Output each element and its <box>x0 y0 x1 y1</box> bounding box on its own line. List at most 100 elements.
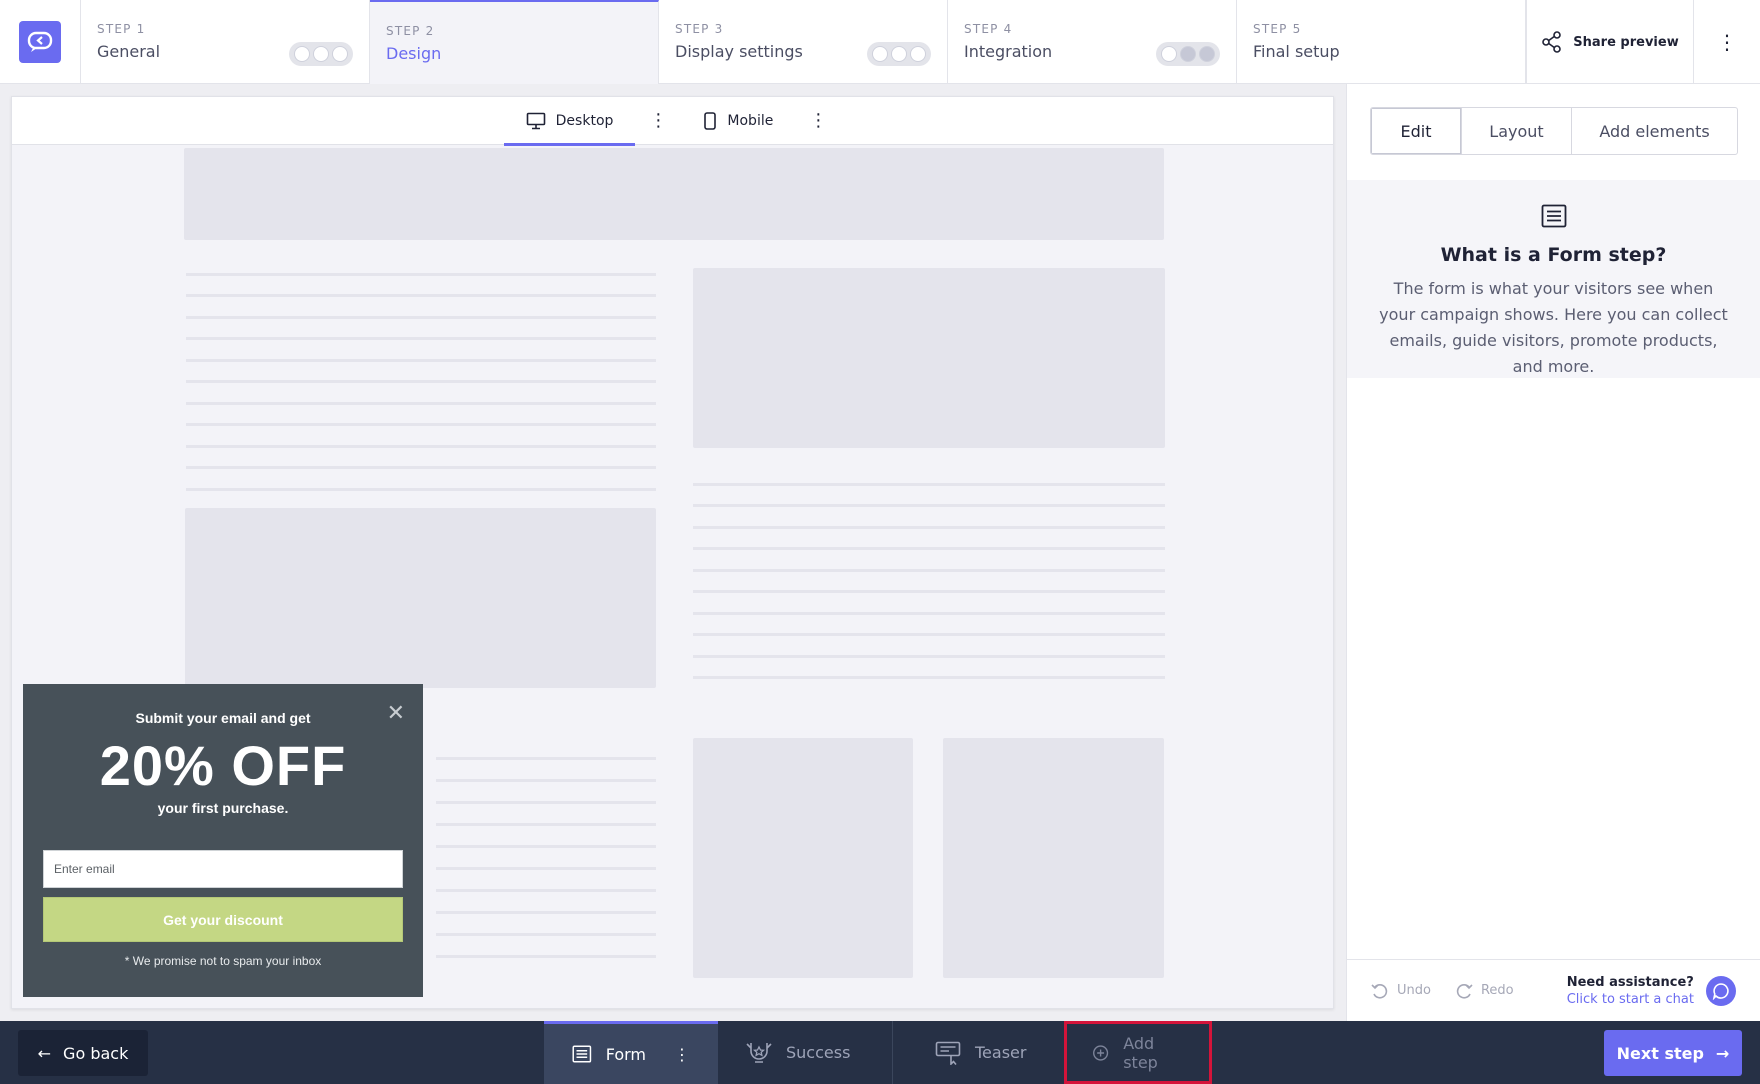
next-step-button[interactable]: Next step → <box>1604 1030 1742 1076</box>
step-name: Final setup <box>1253 42 1340 61</box>
popup-close-button[interactable]: ✕ <box>387 700 405 726</box>
progress-dot <box>909 46 926 62</box>
assistance-block: Need assistance? Click to start a chat <box>1567 975 1694 1007</box>
panel-tabs: Edit Layout Add elements <box>1370 107 1738 155</box>
popup-note[interactable]: * We promise not to spam your inbox <box>23 954 423 968</box>
progress-dot <box>1179 46 1196 62</box>
tab-success[interactable]: Success <box>718 1021 893 1084</box>
tab-layout[interactable]: Layout <box>1462 108 1572 154</box>
add-step-button[interactable]: Add step <box>1064 1021 1212 1084</box>
desktop-icon <box>526 112 545 130</box>
placeholder-line <box>693 590 1165 593</box>
placeholder-line <box>436 933 656 936</box>
placeholder-line <box>186 445 656 448</box>
next-step-label: Next step <box>1616 1043 1704 1063</box>
kebab-icon[interactable]: ⋮ <box>674 1045 690 1064</box>
step-design[interactable]: STEP 2 Design <box>370 0 659 84</box>
placeholder-line <box>186 294 656 297</box>
kebab-icon: ⋮ <box>649 110 668 131</box>
mobile-icon <box>704 112 717 130</box>
popup-headline[interactable]: Submit your email and get <box>23 710 423 726</box>
tab-add-elements[interactable]: Add elements <box>1572 108 1737 154</box>
popup-subline[interactable]: your first purchase. <box>23 800 423 816</box>
placeholder-line <box>693 676 1165 679</box>
redo-button[interactable]: Redo <box>1455 983 1514 999</box>
desktop-options-button[interactable]: ⋮ <box>635 97 681 144</box>
placeholder-line <box>436 779 656 782</box>
progress-dot <box>331 46 348 62</box>
progress-dot <box>872 46 889 62</box>
placeholder-line <box>693 526 1165 529</box>
form-icon <box>572 1045 592 1063</box>
redo-icon <box>1456 983 1473 999</box>
placeholder-line <box>693 633 1165 636</box>
placeholder-line <box>186 488 656 491</box>
chat-button[interactable] <box>1706 975 1736 1006</box>
kebab-icon: ⋮ <box>1717 30 1737 54</box>
go-back-button[interactable]: ← Go back <box>18 1030 148 1076</box>
placeholder-line <box>693 483 1165 486</box>
logo-cell[interactable] <box>0 0 81 84</box>
go-back-label: Go back <box>63 1043 129 1063</box>
step-name: Design <box>386 44 442 63</box>
popup-offer[interactable]: 20% OFF <box>23 734 423 798</box>
placeholder-line <box>436 823 656 826</box>
placeholder-line <box>693 655 1165 658</box>
plus-circle-icon <box>1093 1044 1109 1061</box>
info-title: What is a Form step? <box>1440 244 1667 266</box>
step-integration[interactable]: STEP 4 Integration <box>948 0 1237 84</box>
tab-teaser-label: Teaser <box>975 1043 1027 1062</box>
step-final-setup[interactable]: STEP 5 Final setup <box>1237 0 1526 84</box>
tab-teaser[interactable]: Teaser <box>907 1021 1064 1084</box>
step-display-settings[interactable]: STEP 3 Display settings <box>659 0 948 84</box>
arrow-left-icon: ← <box>37 1043 52 1063</box>
progress-dot <box>1161 46 1178 62</box>
tab-desktop-label: Desktop <box>555 113 614 129</box>
chat-icon <box>1712 982 1729 1000</box>
placeholder-line <box>186 423 656 426</box>
more-options-button[interactable]: ⋮ <box>1694 0 1760 84</box>
tab-mobile[interactable]: Mobile <box>681 97 795 145</box>
popup-email-input[interactable]: Enter email <box>43 850 403 888</box>
placeholder-line <box>436 845 656 848</box>
campaign-popup[interactable]: ✕ Submit your email and get 20% OFF your… <box>23 684 423 997</box>
placeholder-line <box>436 889 656 892</box>
tab-form-label: Form <box>605 1044 646 1064</box>
placeholder-line <box>436 911 656 914</box>
placeholder-line <box>186 359 656 362</box>
undo-button[interactable]: Undo <box>1371 983 1431 999</box>
kebab-icon: ⋮ <box>809 110 828 131</box>
tab-edit[interactable]: Edit <box>1371 108 1462 154</box>
tab-mobile-label: Mobile <box>727 113 774 129</box>
start-chat-link[interactable]: Click to start a chat <box>1567 992 1694 1007</box>
placeholder-line <box>436 955 656 958</box>
device-toggle-bar: Desktop ⋮ Mobile ⋮ <box>12 97 1333 146</box>
progress-dot <box>294 46 311 62</box>
add-step-label: Add step <box>1123 1033 1158 1072</box>
undo-icon <box>1371 983 1388 999</box>
share-preview-label: Share preview <box>1573 34 1679 50</box>
share-preview-button[interactable]: Share preview <box>1526 0 1694 84</box>
bottom-bar: ← Go back Form ⋮ Success Teaser Add step… <box>0 1021 1760 1084</box>
placeholder-image <box>693 268 1165 448</box>
undo-label: Undo <box>1397 983 1431 998</box>
info-text: The form is what your visitors see when … <box>1379 279 1728 376</box>
logo-icon <box>27 31 53 52</box>
arrow-right-icon: → <box>1715 1043 1730 1063</box>
close-icon: ✕ <box>386 700 405 725</box>
step-number: STEP 3 <box>675 22 724 36</box>
step-general[interactable]: STEP 1 General <box>81 0 370 84</box>
right-panel: Edit Layout Add elements What is a Form … <box>1346 84 1760 1021</box>
tab-form[interactable]: Form ⋮ <box>544 1021 718 1084</box>
placeholder-line <box>436 801 656 804</box>
tab-desktop[interactable]: Desktop <box>503 97 636 146</box>
placeholder-line <box>436 867 656 870</box>
placeholder-image <box>693 738 913 978</box>
mobile-options-button[interactable]: ⋮ <box>795 97 841 144</box>
tab-success-label: Success <box>786 1043 851 1062</box>
placeholder-line <box>436 757 656 760</box>
app-logo[interactable] <box>19 21 61 63</box>
popup-submit-button[interactable]: Get your discount <box>43 897 403 942</box>
steps-header: STEP 1 General STEP 2 Design STEP 3 Disp… <box>0 0 1760 84</box>
placeholder-image <box>943 738 1164 978</box>
